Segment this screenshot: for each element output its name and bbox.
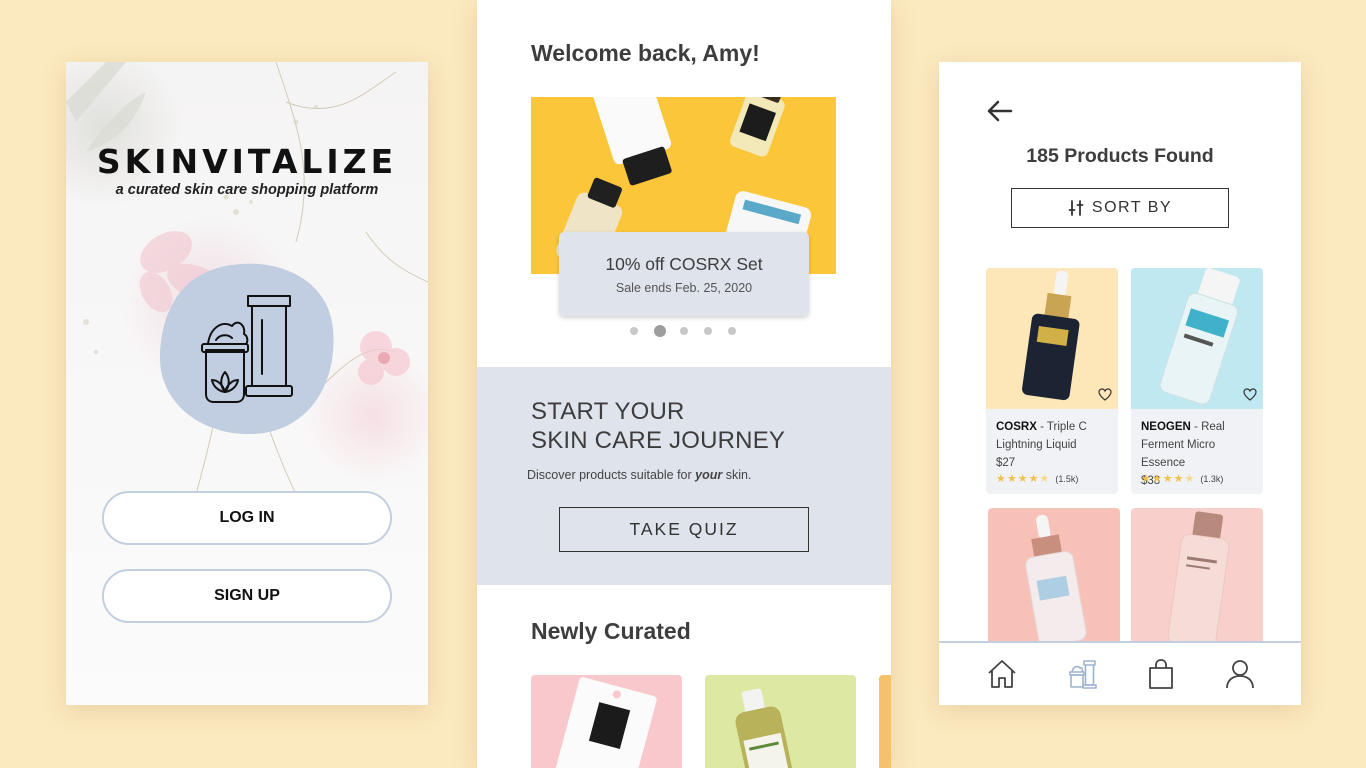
signup-button[interactable]: SIGN UP <box>102 569 392 623</box>
welcome-heading: Welcome back, Amy! <box>531 40 760 66</box>
shopping-bag-icon[interactable] <box>1144 657 1178 691</box>
product-card[interactable]: COSRX - Triple C Lightning Liquid $27 ★ … <box>986 268 1118 494</box>
product-price: $27 <box>996 457 1016 469</box>
rating-stars: ★ ★ ★ ★ ★ (1.5k) <box>996 472 1078 485</box>
back-arrow-icon[interactable] <box>985 96 1015 126</box>
carousel-dot[interactable] <box>728 327 736 335</box>
carousel-dot[interactable] <box>680 327 688 335</box>
star-icon: ★ <box>1173 473 1184 485</box>
product-image <box>552 677 657 768</box>
sort-by-button[interactable]: SORT BY <box>1011 188 1229 228</box>
review-count: (1.3k) <box>1200 473 1224 484</box>
quiz-subtitle-emphasis: your <box>695 468 723 482</box>
star-icon: ★ <box>1141 473 1151 485</box>
skincare-products-icon <box>159 263 334 434</box>
sliders-icon <box>1068 200 1084 216</box>
toner-bottle-image <box>1167 511 1230 648</box>
results-screen: 185 Products Found SORT BY COSRX - Tripl… <box>939 62 1301 705</box>
product-card[interactable] <box>988 508 1120 648</box>
sort-by-label: SORT BY <box>1091 199 1173 216</box>
carousel-dot[interactable] <box>654 325 666 337</box>
product-name: - Real <box>1190 421 1225 433</box>
quiz-title-line2: SKIN CARE JOURNEY <box>531 427 786 454</box>
star-icon: ★ <box>1017 473 1028 485</box>
review-count: (1.5k) <box>1055 473 1079 484</box>
newly-curated-product-card[interactable] <box>879 675 891 768</box>
product-card[interactable]: NEOGEN - Real Ferment Micro Essence $38 … <box>1131 268 1263 494</box>
brand-logo-text: SKINVITALIZE <box>96 142 398 181</box>
results-count: 185 Products Found <box>1026 145 1214 167</box>
star-icon: ★ <box>1151 473 1162 485</box>
promo-subtitle: Sale ends Feb. 25, 2020 <box>615 281 753 295</box>
rating-stars: ★ ★ ★ ★ ★ (1.3k) <box>1141 472 1223 485</box>
home-icon[interactable] <box>985 657 1019 691</box>
newly-curated-heading: Newly Curated <box>531 618 691 644</box>
dropper-bottle-image <box>1025 514 1087 647</box>
product-card[interactable] <box>1131 508 1263 648</box>
product-name-line2: Lightning Liquid <box>996 439 1077 451</box>
product-info: COSRX - Triple C Lightning Liquid $27 <box>996 418 1114 472</box>
product-name: - Triple C <box>1036 421 1087 433</box>
home-screen: Welcome back, Amy! 10% off COSRX Set Sal… <box>477 0 891 768</box>
star-icon: ★ <box>996 473 1006 485</box>
product-brand: COSRX <box>996 421 1037 433</box>
newly-curated-product-card[interactable] <box>531 675 682 768</box>
heart-icon[interactable] <box>1243 388 1257 401</box>
promo-card[interactable]: 10% off COSRX Set Sale ends Feb. 25, 202… <box>559 232 809 316</box>
star-icon: ★ <box>1162 473 1173 485</box>
product-image <box>735 688 796 768</box>
star-icon: ★ <box>1028 473 1039 485</box>
star-icon: ★ <box>1006 473 1017 485</box>
carousel-dot[interactable] <box>630 327 638 335</box>
quiz-subtitle-before: Discover products suitable for <box>527 468 696 482</box>
profile-icon[interactable] <box>1223 657 1257 691</box>
carousel-dots <box>630 324 752 338</box>
promo-title: 10% off COSRX Set <box>605 254 763 274</box>
newly-curated-product-card[interactable] <box>705 675 856 768</box>
quiz-subtitle-after: skin. <box>722 468 752 482</box>
bottom-tab-bar <box>939 641 1301 705</box>
half-star-icon: ★ <box>1184 473 1195 485</box>
quiz-section-title: START YOUR SKIN CARE JOURNEY <box>531 397 785 455</box>
heart-icon[interactable] <box>1098 388 1112 401</box>
quiz-section: START YOUR SKIN CARE JOURNEY Discover pr… <box>477 367 891 585</box>
tagline: a curated skin care shopping platform <box>115 182 379 198</box>
quiz-title-line1: START YOUR <box>531 398 685 425</box>
carousel-dot[interactable] <box>704 327 712 335</box>
take-quiz-button[interactable]: TAKE QUIZ <box>559 507 809 552</box>
half-star-icon: ★ <box>1039 473 1050 485</box>
product-brand: NEOGEN <box>1141 421 1191 433</box>
login-screen: SKINVITALIZE a curated skin care shoppin… <box>66 62 428 705</box>
product-name-line2: Ferment Micro Essence <box>1141 439 1216 469</box>
login-button[interactable]: LOG IN <box>102 491 392 545</box>
quiz-section-subtitle: Discover products suitable for your skin… <box>527 468 751 482</box>
products-icon[interactable] <box>1066 657 1100 691</box>
